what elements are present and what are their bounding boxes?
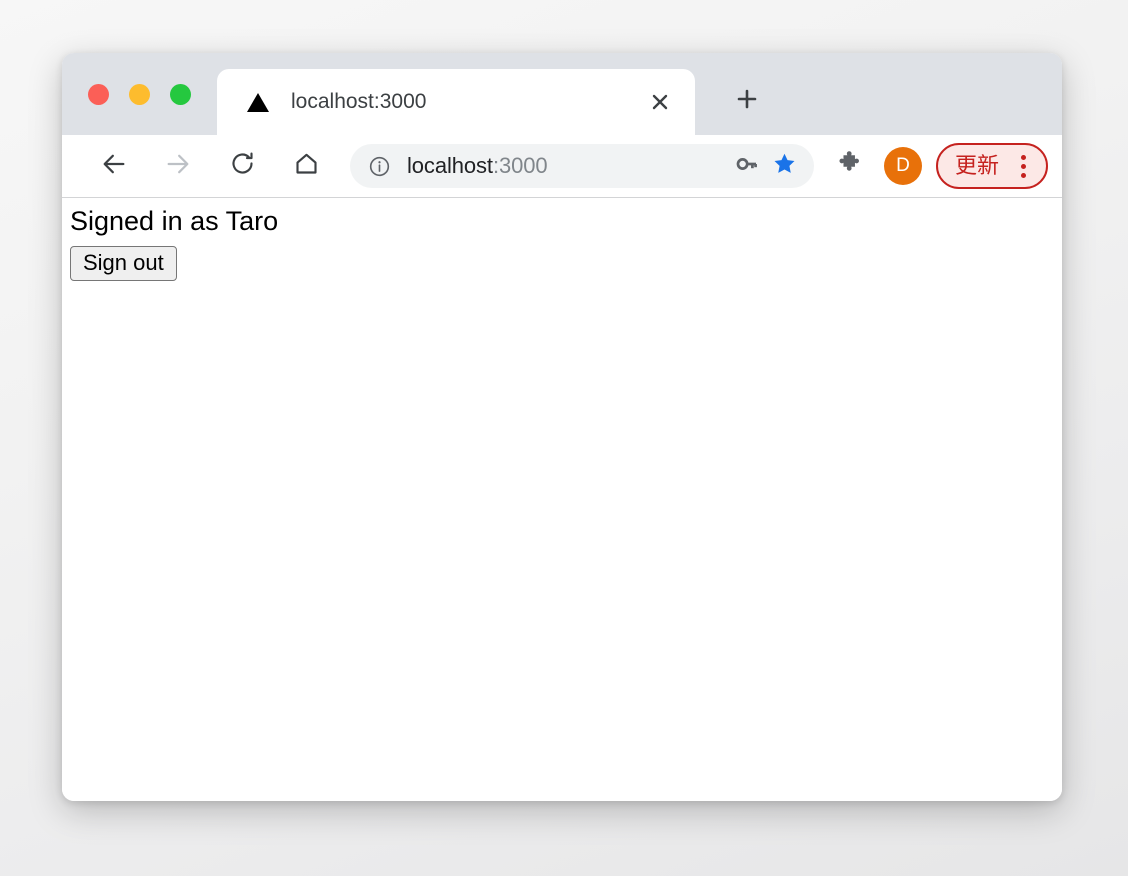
triangle-icon bbox=[247, 91, 269, 113]
browser-window: localhost:3000 localhost:3000 D 更新 Signe… bbox=[62, 53, 1062, 801]
address-bar-host: localhost bbox=[407, 153, 493, 178]
address-bar-url: localhost:3000 bbox=[407, 153, 728, 179]
back-button[interactable] bbox=[92, 144, 136, 188]
back-arrow-icon bbox=[100, 150, 128, 183]
address-bar[interactable]: localhost:3000 bbox=[350, 144, 814, 188]
window-minimize-button[interactable] bbox=[129, 84, 150, 105]
new-tab-button[interactable] bbox=[727, 81, 767, 121]
extensions-button[interactable] bbox=[828, 145, 870, 187]
key-icon bbox=[735, 152, 759, 181]
star-filled-icon bbox=[772, 151, 797, 181]
bookmark-button[interactable] bbox=[766, 147, 804, 185]
password-manager-button[interactable] bbox=[728, 147, 766, 185]
home-button[interactable] bbox=[284, 144, 328, 188]
tab-title: localhost:3000 bbox=[291, 90, 427, 113]
tab-strip: localhost:3000 bbox=[62, 53, 1062, 135]
window-close-button[interactable] bbox=[88, 84, 109, 105]
info-circle-icon[interactable] bbox=[367, 154, 391, 178]
home-icon bbox=[293, 150, 320, 182]
forward-arrow-icon bbox=[164, 150, 192, 183]
browser-toolbar: localhost:3000 D 更新 bbox=[62, 135, 1062, 198]
update-button[interactable]: 更新 bbox=[935, 143, 1048, 189]
sign-out-button[interactable]: Sign out bbox=[70, 245, 177, 282]
window-maximize-button[interactable] bbox=[170, 84, 191, 105]
reload-icon bbox=[229, 150, 256, 182]
kebab-menu-icon[interactable] bbox=[1013, 154, 1033, 178]
puzzle-piece-icon bbox=[836, 150, 862, 182]
browser-tab-active[interactable]: localhost:3000 bbox=[217, 69, 695, 135]
address-bar-port: :3000 bbox=[492, 153, 548, 178]
profile-avatar[interactable]: D bbox=[883, 147, 922, 185]
reload-button[interactable] bbox=[220, 144, 264, 188]
update-button-label: 更新 bbox=[954, 153, 999, 178]
window-traffic-lights bbox=[88, 84, 191, 105]
page-viewport: Signed in as Taro Sign out bbox=[62, 198, 1062, 801]
plus-icon bbox=[735, 87, 759, 116]
page-content: Signed in as Taro Sign out bbox=[62, 198, 1062, 289]
forward-button bbox=[156, 144, 200, 188]
signed-in-status: Signed in as Taro bbox=[70, 206, 279, 236]
close-icon[interactable] bbox=[643, 85, 677, 119]
